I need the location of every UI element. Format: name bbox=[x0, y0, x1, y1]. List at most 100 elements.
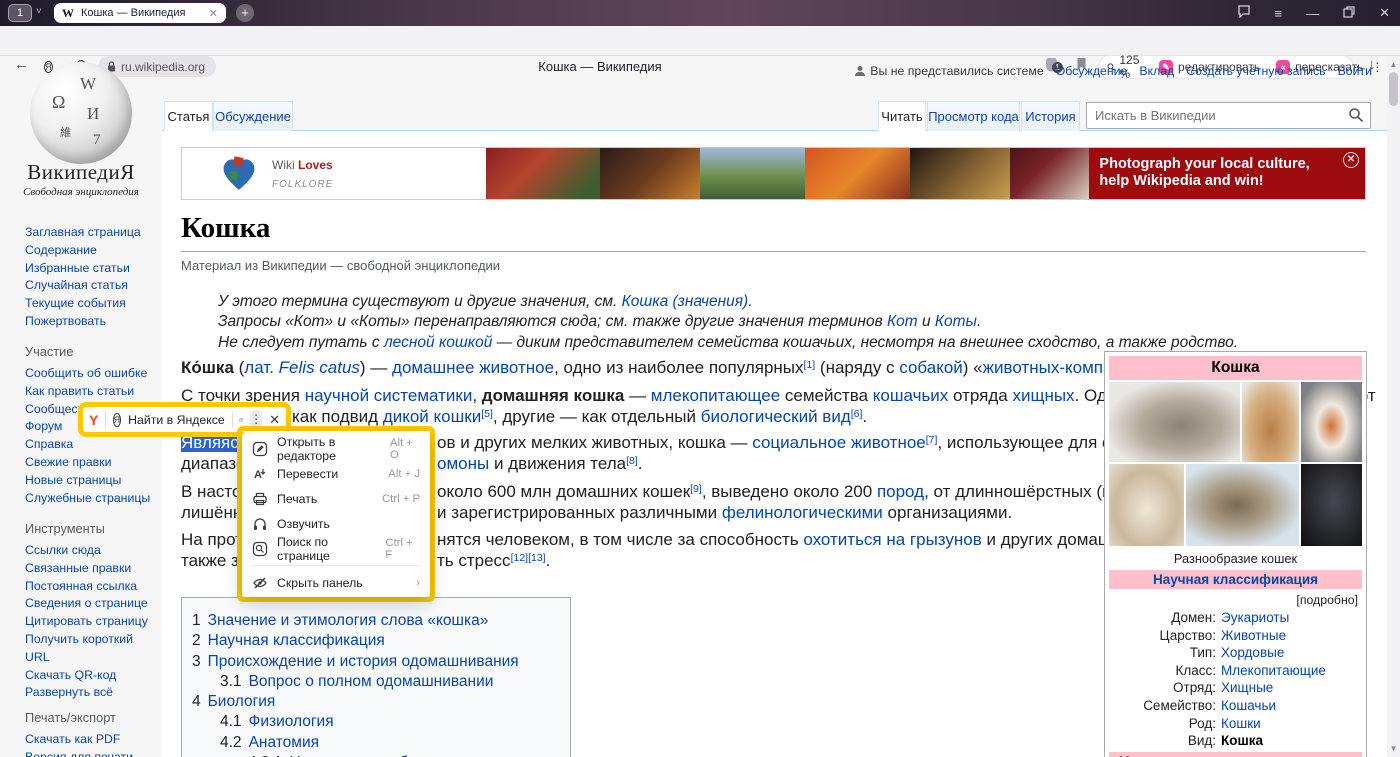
reference-link[interactable]: [5] bbox=[481, 408, 493, 420]
sidebar-item-random[interactable]: Случайная статья bbox=[25, 277, 155, 295]
chevron-down-icon[interactable]: ˅ bbox=[36, 6, 42, 17]
sidebar-item-cite-page[interactable]: Цитировать страницу bbox=[25, 613, 155, 631]
tab-history[interactable]: История bbox=[1021, 101, 1080, 131]
sidebar-item-related-changes[interactable]: Связанные правки bbox=[25, 560, 155, 578]
close-icon[interactable]: ✕ bbox=[1379, 5, 1390, 21]
sidebar-item-what-links-here[interactable]: Ссылки сюда bbox=[25, 542, 155, 560]
menu-item-hide-panel[interactable]: Скрыть панель › bbox=[242, 570, 430, 595]
taxon-link[interactable]: Хищные bbox=[1221, 679, 1273, 697]
tab-counter-button[interactable]: 1 bbox=[8, 4, 32, 22]
toc-item[interactable]: 4Биология bbox=[182, 692, 570, 712]
classification-header[interactable]: Научная классификация bbox=[1109, 570, 1362, 589]
reference-link[interactable]: [6] bbox=[851, 408, 863, 420]
inline-link[interactable]: млекопитающее bbox=[651, 386, 780, 405]
inline-link[interactable]: собакой bbox=[899, 358, 963, 377]
sidebar-item-featured[interactable]: Избранные статьи bbox=[25, 260, 155, 278]
menu-item-read-aloud[interactable]: Озвучить bbox=[242, 511, 430, 536]
wiki-search-input[interactable] bbox=[1086, 102, 1371, 129]
scroll-down-icon[interactable]: ▼ bbox=[1387, 742, 1400, 755]
sidebar-item-new-pages[interactable]: Новые страницы bbox=[25, 472, 155, 490]
sidebar-item-special-pages[interactable]: Служебные страницы bbox=[25, 490, 155, 508]
browser-tab[interactable]: W Кошка — Википедия ✕ bbox=[54, 3, 226, 23]
toc-item[interactable]: 2Научная классификация bbox=[182, 631, 570, 651]
taxon-link[interactable]: Животные bbox=[1221, 627, 1286, 645]
inline-link[interactable]: кошачьих bbox=[873, 386, 949, 405]
sidebar-item-qr-code[interactable]: Скачать QR-код bbox=[25, 667, 155, 685]
taxon-link[interactable]: Эукариоты bbox=[1221, 609, 1289, 627]
sidebar-item-current-events[interactable]: Текущие события bbox=[25, 295, 155, 313]
sidebar-item-short-url[interactable]: Получить короткий URL bbox=[25, 631, 155, 667]
inline-link[interactable]: дикой кошки bbox=[383, 407, 481, 426]
find-in-yandex-button[interactable]: Найти в Яндексе bbox=[128, 413, 225, 427]
wikipedia-globe-logo[interactable]: Ω W И 7 維 bbox=[30, 62, 132, 164]
menu-item-open-in-editor[interactable]: Открыть в редакторе Alt + O bbox=[242, 436, 430, 461]
sidebar-item-page-info[interactable]: Сведения о странице bbox=[25, 595, 155, 613]
restore-icon[interactable] bbox=[1343, 6, 1355, 21]
chat-icon[interactable] bbox=[1237, 5, 1251, 21]
sidebar-item-download-pdf[interactable]: Скачать как PDF bbox=[25, 731, 155, 749]
inline-link[interactable]: домашнее животное bbox=[392, 358, 554, 377]
inline-link[interactable]: лесной кошкой bbox=[384, 334, 492, 351]
sidebar-item-recent-changes[interactable]: Свежие правки bbox=[25, 454, 155, 472]
wlf-banner[interactable]: Wiki Loves FOLKLORE Photograph your loca… bbox=[181, 147, 1366, 200]
toc-item[interactable]: 4.2.1Неизученные области bbox=[182, 753, 570, 757]
search-icon[interactable] bbox=[1348, 107, 1364, 123]
inline-link[interactable]: биологический вид bbox=[701, 407, 851, 426]
sidebar-item-how-to-edit[interactable]: Как править статьи bbox=[25, 383, 155, 401]
sidebar-item-main-page[interactable]: Заглавная страница bbox=[25, 224, 155, 242]
address-bar[interactable]: ru.wikipedia.org bbox=[98, 56, 216, 77]
menu-item-print[interactable]: Печать Ctrl + P bbox=[242, 486, 430, 511]
taxon-link[interactable]: Кошачьи bbox=[1221, 697, 1276, 715]
inline-link[interactable]: пород bbox=[877, 482, 924, 501]
tab-article[interactable]: Статья bbox=[164, 101, 213, 131]
minimize-icon[interactable]: — bbox=[1306, 6, 1319, 21]
inline-link[interactable]: научной систематики bbox=[305, 386, 473, 405]
menu-item-translate[interactable]: A Перевести Alt + J bbox=[242, 461, 430, 486]
toc-item[interactable]: 3.1Вопрос о полном одомашнивании bbox=[182, 672, 570, 692]
inline-link[interactable]: омоны bbox=[437, 454, 489, 473]
sidebar-item-help[interactable]: Справка bbox=[25, 436, 155, 454]
toc-item[interactable]: 3Происхождение и история одомашнивания bbox=[182, 652, 570, 672]
back-icon[interactable]: ← bbox=[14, 56, 29, 73]
copy-icon[interactable] bbox=[239, 413, 243, 427]
reference-link[interactable]: [9] bbox=[690, 483, 702, 495]
sidebar-item-contents[interactable]: Содержание bbox=[25, 242, 155, 260]
inline-link[interactable]: Коты bbox=[935, 313, 977, 330]
inline-link[interactable]: охотиться на грызунов bbox=[803, 530, 981, 549]
inline-link[interactable]: социальное животное bbox=[752, 433, 926, 452]
toc-item[interactable]: 4.2Анатомия bbox=[182, 733, 570, 753]
personal-link-contributions[interactable]: Вклад bbox=[1139, 64, 1174, 78]
reference-link[interactable]: [12][13] bbox=[511, 552, 546, 564]
menu-item-find-on-page[interactable]: Поиск по странице Ctrl + F bbox=[242, 536, 430, 561]
inline-link[interactable]: фелинологическими bbox=[722, 503, 883, 522]
sidebar-item-permanent-link[interactable]: Постоянная ссылка bbox=[25, 578, 155, 596]
inline-link[interactable]: Кот bbox=[887, 313, 918, 330]
sidebar-item-report-error[interactable]: Сообщить об ошибке bbox=[25, 365, 155, 383]
details-link[interactable]: [подробно] bbox=[1109, 589, 1362, 609]
inline-link[interactable]: Кошка (значения) bbox=[622, 293, 749, 310]
taxon-link[interactable]: Кошки bbox=[1221, 715, 1261, 733]
tab-discussion[interactable]: Обсуждение bbox=[213, 101, 293, 131]
reference-link[interactable]: [7] bbox=[926, 434, 938, 446]
toc-item[interactable]: 4.1Физиология bbox=[182, 712, 570, 732]
reference-link[interactable]: [8] bbox=[626, 455, 638, 467]
scrollbar-thumb[interactable] bbox=[1389, 72, 1398, 106]
personal-link-login[interactable]: Войти bbox=[1338, 64, 1372, 78]
window-scrollbar[interactable]: ▲ ▼ bbox=[1387, 56, 1400, 757]
inline-link[interactable]: лат. bbox=[244, 358, 274, 377]
scroll-up-icon[interactable]: ▲ bbox=[1387, 58, 1400, 71]
tab-close-icon[interactable]: ✕ bbox=[209, 7, 218, 20]
sidebar-item-printable-version[interactable]: Версия для печати bbox=[25, 749, 155, 757]
menu-icon[interactable]: ≡ bbox=[1275, 6, 1283, 21]
new-tab-button[interactable]: + bbox=[236, 4, 254, 22]
sidebar-item-donate[interactable]: Пожертвовать bbox=[25, 313, 155, 331]
sidebar-item-expand-all[interactable]: Развернуть всё bbox=[25, 684, 155, 702]
personal-link-create-account[interactable]: Создать учётную запись bbox=[1186, 64, 1325, 78]
tab-read[interactable]: Читать bbox=[878, 101, 926, 131]
banner-close-icon[interactable]: ✕ bbox=[1343, 152, 1359, 168]
taxon-link[interactable]: Млекопитающие bbox=[1221, 662, 1326, 680]
inline-link[interactable]: Felis catus bbox=[279, 358, 360, 377]
inline-link[interactable]: хищных bbox=[1012, 386, 1074, 405]
toc-item[interactable]: 1Значение и этимология слова «кошка» bbox=[182, 611, 570, 631]
reference-link[interactable]: [1] bbox=[804, 359, 816, 371]
